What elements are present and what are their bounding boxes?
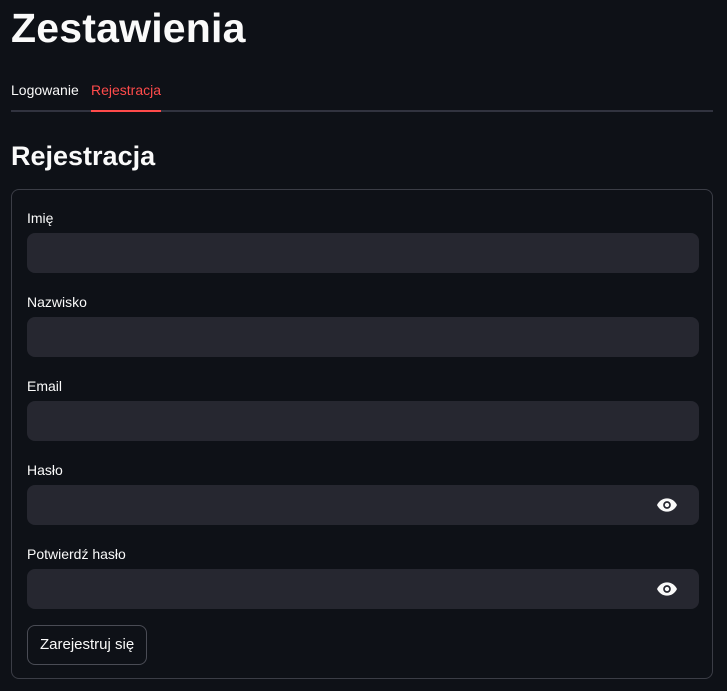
first-name-label: Imię (27, 210, 54, 226)
last-name-label: Nazwisko (27, 294, 87, 310)
email-label: Email (27, 378, 63, 394)
registration-form: Imię Nazwisko Email Hasło Potwierdź hasł… (11, 189, 713, 679)
first-name-input[interactable] (27, 233, 699, 273)
tab-bar: Logowanie Rejestracja (11, 72, 713, 112)
eye-icon[interactable] (657, 497, 677, 513)
email-input[interactable] (27, 401, 699, 441)
last-name-input[interactable] (27, 317, 699, 357)
confirm-password-input[interactable] (27, 569, 699, 609)
confirm-password-field-container (27, 569, 699, 609)
confirm-password-label: Potwierdź hasło (27, 546, 126, 562)
password-label: Hasło (27, 462, 63, 478)
tab-logowanie[interactable]: Logowanie (11, 72, 79, 110)
section-title: Rejestracja (11, 141, 156, 171)
register-button[interactable]: Zarejestruj się (27, 625, 148, 665)
last-name-field-container (27, 317, 699, 357)
password-field-container (27, 485, 699, 525)
eye-icon[interactable] (657, 581, 677, 597)
password-input[interactable] (27, 485, 699, 525)
first-name-field-container (27, 233, 699, 273)
tab-rejestracja[interactable]: Rejestracja (91, 72, 162, 112)
page-title: Zestawienia (11, 5, 246, 51)
email-field-container (27, 401, 699, 441)
